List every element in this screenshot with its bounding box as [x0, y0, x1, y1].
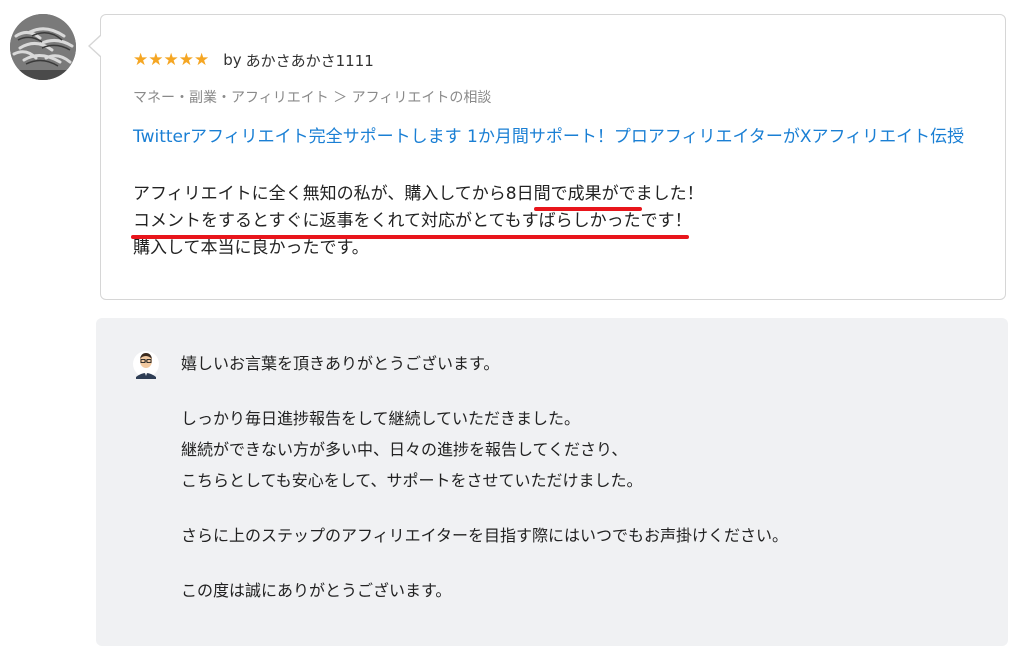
seller-reply: 嬉しいお言葉を頂きありがとうございます。 しっかり毎日進捗報告をして継続していた…: [96, 318, 1008, 646]
reply-line: こちらとしても安心をして、サポートをさせていただけました。: [181, 471, 643, 490]
star-rating: ★★★★★: [133, 50, 210, 70]
review-line: コメントをするとすぐに返事をくれて対応がとてもすばらしかったです！: [133, 211, 692, 231]
by-label: by: [223, 51, 242, 69]
highlight-underline: [534, 207, 642, 211]
review-line: 購入して本当に良かったです。: [133, 238, 369, 258]
reply-blank-line: [181, 551, 981, 575]
reply-line: 継続ができない方が多い中、日々の進捗を報告してくださり、: [181, 440, 628, 459]
reply-line: 嬉しいお言葉を頂きありがとうございます。: [181, 354, 500, 373]
review-line: アフィリエイトに全く無知の私が、購入してから8日間で成果がでました！: [133, 184, 704, 204]
review-card: ★★★★★ by あかさあかさ1111 マネー・副業・アフィリエイト ＞ アフィ…: [88, 14, 1006, 300]
service-title-link[interactable]: Twitterアフィリエイト完全サポートします 1か月間サポート！プロアフィリエ…: [133, 123, 973, 152]
reviewer-avatar[interactable]: [10, 14, 76, 80]
seller-avatar-icon[interactable]: [133, 349, 159, 379]
rating-row: ★★★★★ by あかさあかさ1111: [133, 49, 374, 71]
reviewer-name: あかさあかさ1111: [245, 51, 374, 70]
fish-photo-icon: [10, 14, 76, 80]
category-breadcrumb[interactable]: マネー・副業・アフィリエイト ＞ アフィリエイトの相談: [133, 87, 491, 107]
highlight-underline: [131, 235, 689, 239]
reply-line: この度は誠にありがとうございます。: [181, 581, 452, 600]
review-body: アフィリエイトに全く無知の私が、購入してから8日間で成果がでました！ コメントを…: [133, 181, 973, 262]
reply-text: 嬉しいお言葉を頂きありがとうございます。 しっかり毎日進捗報告をして継続していた…: [181, 348, 981, 606]
reply-line: しっかり毎日進捗報告をして継続していただきました。: [181, 409, 581, 428]
reply-blank-line: [181, 379, 981, 403]
reply-blank-line: [181, 496, 981, 520]
reply-line: さらに上のステップのアフィリエイターを目指す際にはいつでもお声掛けください。: [181, 526, 789, 545]
